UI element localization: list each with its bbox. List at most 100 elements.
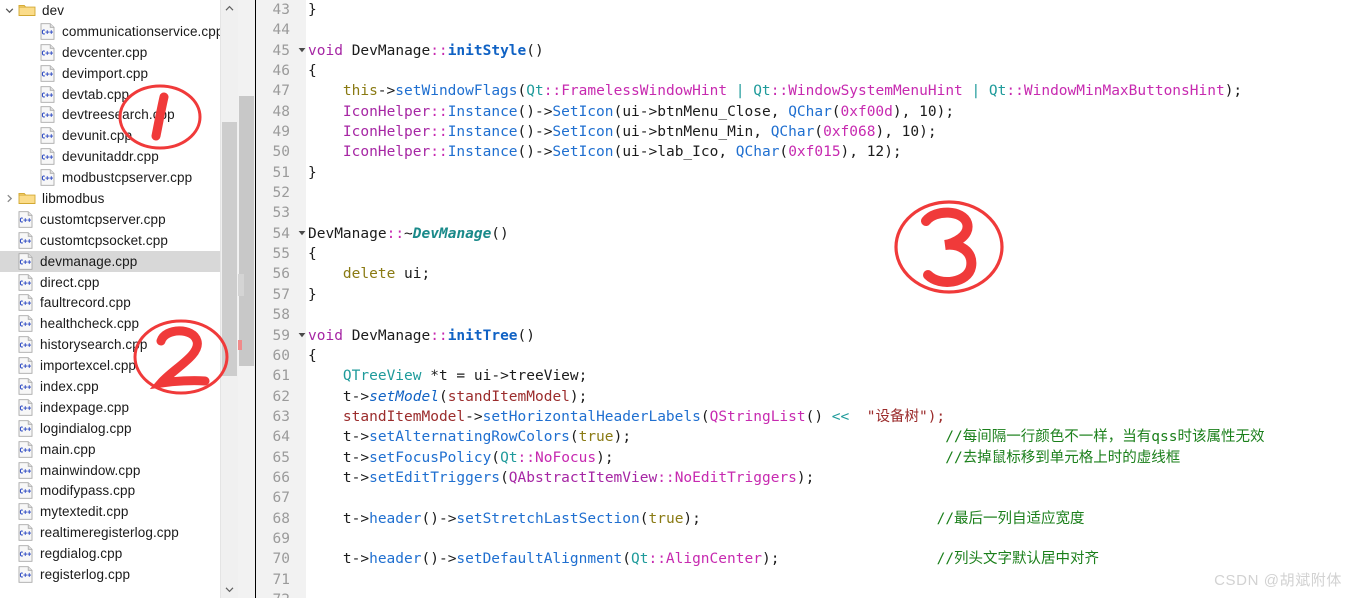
tree-item-devunit-cpp[interactable]: C++ devunit.cpp [0,125,238,146]
cpp-file-icon: C++ [40,23,55,40]
code-line[interactable]: 70 t-> header ()-> setDefaultAlignment(Qt::… [256,549,1356,569]
tree-item-customtcpserver-cpp[interactable]: C++ customtcpserver.cpp [0,209,238,230]
code-token: Instance [447,103,518,120]
code-token: | [962,83,989,100]
tree-item-modifypass-cpp[interactable]: C++ modifypass.cpp [0,480,238,501]
code-line[interactable]: 44 [256,20,1356,40]
tree-item-devimport-cpp[interactable]: C++ devimport.cpp [0,63,238,84]
tree-item-index-cpp[interactable]: C++ index.cpp [0,376,238,397]
code-token: true [648,510,684,527]
tree-item-mainwindow-cpp[interactable]: C++ mainwindow.cpp [0,460,238,481]
editor-change-marker [238,340,242,350]
chevron-down-icon[interactable] [0,6,18,15]
tree-item-libmodbus[interactable]: libmodbus [0,188,238,209]
code-line[interactable]: 63 standItemModel -> setHorizontalHeaderLa… [256,407,1356,427]
code-token: QChar [735,144,780,161]
tree-item-modbustcpserver-cpp[interactable]: C++ modbustcpserver.cpp [0,167,238,188]
tree-item-label: healthcheck.cpp [40,316,140,332]
tree-item-devunitaddr-cpp[interactable]: C++ devunitaddr.cpp [0,146,238,167]
code-token: IconHelper [308,144,431,161]
tree-item-direct-cpp[interactable]: C++ direct.cpp [0,272,238,293]
tree-item-label: devcenter.cpp [62,44,148,60]
code-line[interactable]: 55 { [256,244,1356,264]
scroll-down-arrow-icon[interactable] [221,581,238,598]
code-line[interactable]: 60 { [256,346,1356,366]
fold-arrow-icon[interactable] [296,224,308,244]
code-line[interactable]: 72 [256,590,1356,598]
code-line[interactable]: 59 void DevManage:: initTree() [256,326,1356,346]
code-line[interactable]: 43} [256,0,1356,20]
tree-item-main-cpp[interactable]: C++ main.cpp [0,439,238,460]
code-line[interactable]: 48 IconHelper:: Instance ()-> SetIcon (ui->b… [256,102,1356,122]
code-line[interactable]: 57} [256,285,1356,305]
code-line[interactable]: 58 [256,305,1356,325]
tree-item-devtreesearch-cpp[interactable]: C++ devtreesearch.cpp [0,104,238,125]
line-number: 67 [272,490,290,507]
project-file-tree[interactable]: dev C++ communicationservice.cpp C++ devcent… [0,0,238,598]
code-line[interactable]: 51} [256,163,1356,183]
code-line[interactable]: 71 [256,570,1356,590]
code-line[interactable]: 46 { [256,61,1356,81]
tree-item-dev[interactable]: dev [0,0,238,21]
code-token: ); [683,510,701,527]
code-editor-pane[interactable]: 43} 44 45 void DevManage:: initStyle() 46{47 … [238,0,1356,598]
tree-item-mytextedit-cpp[interactable]: C++ mytextedit.cpp [0,501,238,522]
svg-text:C++: C++ [41,28,53,36]
code-line[interactable]: 49 IconHelper:: Instance ()-> SetIcon (ui->b… [256,122,1356,142]
tree-item-importexcel-cpp[interactable]: C++ importexcel.cpp [0,355,238,376]
code-token: :: [770,83,789,100]
code-line[interactable]: 66 t-> setEditTriggers(QAbstractItemView:… [256,468,1356,488]
tree-item-communicationservice-cpp[interactable]: C++ communicationservice.cpp [0,21,238,42]
tree-item-label: devtab.cpp [62,86,130,102]
tree-item-label: mainwindow.cpp [40,462,141,478]
tree-item-faultrecord-cpp[interactable]: C++ faultrecord.cpp [0,292,238,313]
fold-arrow-icon[interactable] [296,326,308,346]
code-token: { [308,246,317,263]
fold-arrow-icon[interactable] [296,41,308,61]
code-line[interactable]: 68 t-> header ()-> setStretchLastSection(tr… [256,509,1356,529]
line-number: 63 [272,408,290,425]
code-token: ( [491,449,501,466]
code-line[interactable]: 62 t-> setModel(standItemModel); [256,387,1356,407]
tree-item-devcenter-cpp[interactable]: C++ devcenter.cpp [0,42,238,63]
tree-item-devtab-cpp[interactable]: C++ devtab.cpp [0,84,238,105]
tree-item-realtimeregisterlog-cpp[interactable]: C++ realtimeregisterlog.cpp [0,522,238,543]
editor-scrollbar-thumb[interactable] [239,96,254,366]
code-line[interactable]: 67 [256,488,1356,508]
code-token: { [308,63,317,80]
sidebar-scrollbar[interactable] [220,0,238,598]
code-line[interactable]: 56 delete ui; [256,264,1356,284]
tree-item-healthcheck-cpp[interactable]: C++ healthcheck.cpp [0,313,238,334]
sidebar-scrollbar-thumb[interactable] [222,122,237,376]
code-line[interactable]: 65 t-> setFocusPolicy(Qt:: NoFocus); //去掉鼠标… [256,448,1356,468]
tree-item-historysearch-cpp[interactable]: C++ historysearch.cpp [0,334,238,355]
code-line[interactable]: 47 this -> setWindowFlags(Qt:: FramelessWin… [256,81,1356,101]
svg-text:C++: C++ [19,258,31,266]
code-token: header [369,510,422,527]
tree-item-regdialog-cpp[interactable]: C++ regdialog.cpp [0,543,238,564]
scroll-up-arrow-icon[interactable] [221,0,238,17]
code-line[interactable]: 52 [256,183,1356,203]
code-token: (ui->btnMenu_Min, [613,124,771,141]
tree-item-logindialog-cpp[interactable]: C++ logindialog.cpp [0,418,238,439]
file-tree-list[interactable]: dev C++ communicationservice.cpp C++ devcent… [0,0,238,585]
code-token: ); [762,551,780,568]
code-line[interactable]: 54 DevManage:: ~ DevManage() [256,224,1356,244]
code-line[interactable]: 69 [256,529,1356,549]
code-line[interactable]: 64 t-> setAlternatingRowColors(true); //每间… [256,427,1356,447]
code-token: :: [1006,83,1024,100]
chevron-right-icon[interactable] [0,194,18,203]
editor-left-scrollbar[interactable] [238,0,256,598]
code-line[interactable]: 50 IconHelper:: Instance ()-> SetIcon (ui->l… [256,142,1356,162]
code-token: :: [430,42,448,59]
tree-item-registerlog-cpp[interactable]: C++ registerlog.cpp [0,564,238,585]
tree-item-devmanage-cpp[interactable]: C++ devmanage.cpp [0,250,238,272]
code-token: :: [430,103,448,120]
code-line[interactable]: 61 QTreeView *t = ui->treeView; [256,366,1356,386]
code-content[interactable]: 43} 44 45 void DevManage:: initStyle() 46{47 … [256,0,1356,598]
code-line[interactable]: 53 [256,203,1356,223]
tree-item-customtcpsocket-cpp[interactable]: C++ customtcpsocket.cpp [0,230,238,251]
tree-item-indexpage-cpp[interactable]: C++ indexpage.cpp [0,397,238,418]
code-line[interactable]: 45 void DevManage:: initStyle() [256,41,1356,61]
svg-text:C++: C++ [41,49,53,57]
